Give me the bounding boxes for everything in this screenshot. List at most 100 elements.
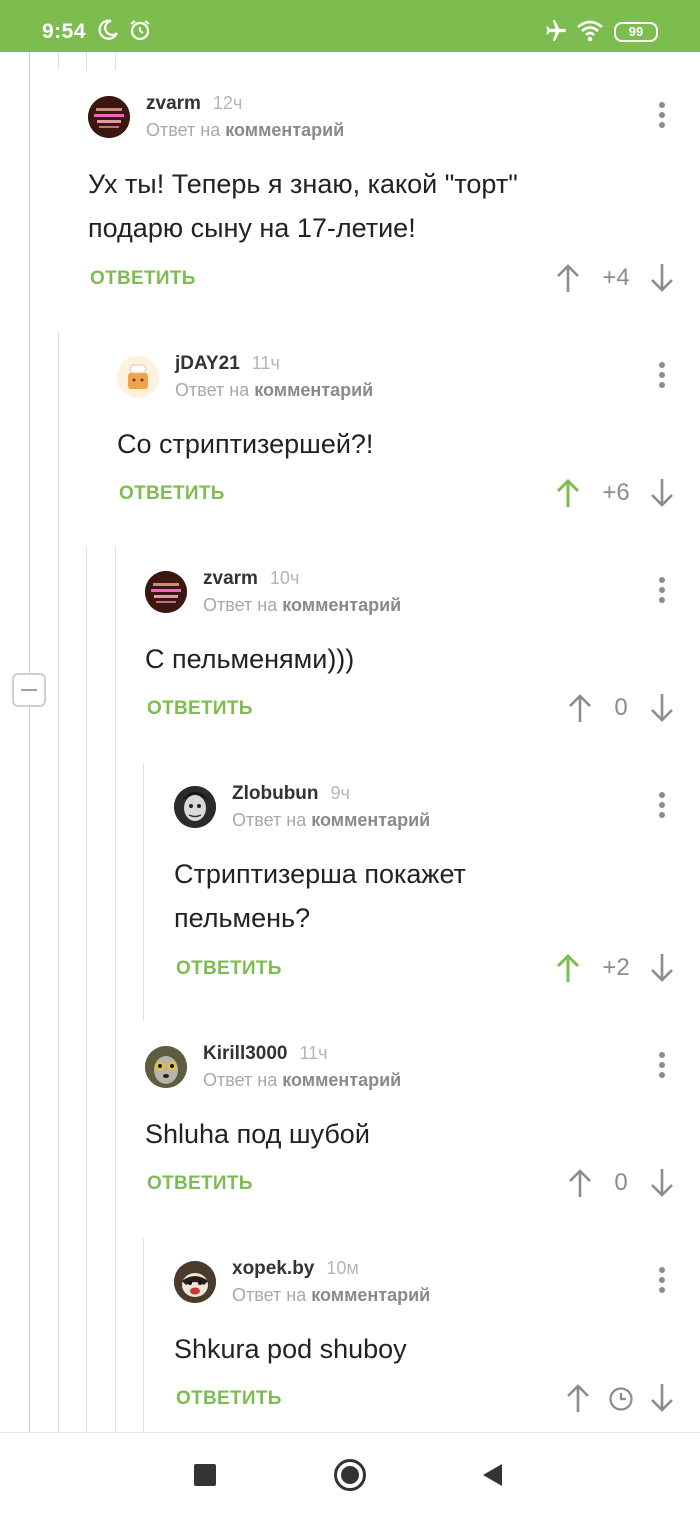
comment-age: 11ч <box>251 353 280 373</box>
avatar[interactable] <box>88 96 130 138</box>
reply-to-line: Ответ на комментарий <box>175 380 373 401</box>
author-name[interactable]: xopek.by <box>232 1258 314 1279</box>
comment-text: Ух ты! Теперь я знаю, какой "торт" подар… <box>88 162 518 250</box>
vote-score: 0 <box>614 694 628 721</box>
author-name[interactable]: jDAY21 <box>175 353 240 374</box>
reply-button[interactable]: ОТВЕТИТЬ <box>90 268 196 290</box>
downvote-icon[interactable] <box>648 262 676 299</box>
thread-line <box>58 52 59 70</box>
thread-line <box>58 332 59 1432</box>
comment-text-line: пельмень? <box>174 903 311 933</box>
upvote-icon[interactable] <box>554 477 582 514</box>
system-nav-bar <box>0 1432 700 1516</box>
reply-to-line: Ответ на комментарий <box>203 1070 401 1091</box>
home-icon[interactable] <box>333 1458 367 1497</box>
more-options-icon[interactable] <box>650 360 674 390</box>
downvote-icon[interactable] <box>648 477 676 514</box>
thread-line <box>86 547 87 1432</box>
comment-author[interactable]: jDAY21 11ч <box>175 353 280 375</box>
comment-age: 12ч <box>212 93 243 113</box>
avatar[interactable] <box>145 1046 187 1088</box>
comment: zvarm 10ч Ответ на комментарий С пельменя… <box>145 568 678 741</box>
clock-icon <box>608 1386 634 1417</box>
reply-prefix: Ответ на <box>146 120 221 140</box>
upvote-icon[interactable] <box>566 1167 594 1204</box>
thread-line <box>29 52 30 1432</box>
author-name[interactable]: zvarm <box>203 568 258 589</box>
downvote-icon[interactable] <box>648 952 676 989</box>
reply-to-line: Ответ на комментарий <box>146 120 344 141</box>
recent-apps-icon[interactable] <box>194 1464 216 1491</box>
more-options-icon[interactable] <box>650 575 674 605</box>
comment-author[interactable]: zvarm 10ч <box>203 568 299 590</box>
comment-text: С пельменями))) <box>145 637 354 681</box>
comment-author[interactable]: Kirill3000 11ч <box>203 1043 328 1065</box>
reply-button[interactable]: ОТВЕТИТЬ <box>119 483 225 505</box>
comment: jDAY21 11ч Ответ на комментарий Со стрипт… <box>117 353 678 526</box>
more-options-icon[interactable] <box>650 1050 674 1080</box>
comment-author[interactable]: zvarm 12ч <box>146 93 242 115</box>
reply-to-line: Ответ на комментарий <box>203 595 401 616</box>
avatar[interactable] <box>174 1261 216 1303</box>
upvote-icon[interactable] <box>564 1382 592 1419</box>
avatar[interactable] <box>174 786 216 828</box>
reply-to-line: Ответ на комментарий <box>232 810 430 831</box>
reply-target-link[interactable]: комментарий <box>311 1285 430 1305</box>
wifi-icon <box>576 18 604 49</box>
status-time: 9:54 <box>42 20 87 43</box>
airplane-icon <box>542 18 568 49</box>
status-bar: 9:54 99 <box>0 0 700 52</box>
more-options-icon[interactable] <box>650 100 674 130</box>
collapse-thread-button[interactable] <box>12 673 46 707</box>
comment-age: 9ч <box>330 783 350 803</box>
downvote-icon[interactable] <box>648 1382 676 1419</box>
more-options-icon[interactable] <box>650 1265 674 1295</box>
more-options-icon[interactable] <box>650 790 674 820</box>
upvote-icon[interactable] <box>566 692 594 729</box>
author-name[interactable]: zvarm <box>146 93 201 114</box>
comment-text: Shluha под шубой <box>145 1112 370 1156</box>
upvote-icon[interactable] <box>554 952 582 989</box>
reply-to-line: Ответ на комментарий <box>232 1285 430 1306</box>
downvote-icon[interactable] <box>648 1167 676 1204</box>
comment-text-line: Стриптизерша покажет <box>174 859 466 889</box>
thread-line <box>115 52 116 70</box>
reply-button[interactable]: ОТВЕТИТЬ <box>176 958 282 980</box>
back-icon[interactable] <box>482 1463 504 1492</box>
avatar[interactable] <box>117 356 159 398</box>
comment-age: 11ч <box>299 1043 328 1063</box>
thread-line <box>143 1238 144 1432</box>
comment-text-line: Со стриптизершей?! <box>117 429 374 459</box>
reply-target-link[interactable]: комментарий <box>282 1070 401 1090</box>
reply-button[interactable]: ОТВЕТИТЬ <box>176 1388 282 1410</box>
comment-text-line: подарю сыну на 17-летие! <box>88 213 416 243</box>
downvote-icon[interactable] <box>648 692 676 729</box>
comment-age: 10м <box>326 1258 359 1278</box>
reply-target-link[interactable]: комментарий <box>311 810 430 830</box>
comment-age: 10ч <box>269 568 300 588</box>
avatar[interactable] <box>145 571 187 613</box>
reply-prefix: Ответ на <box>175 380 250 400</box>
comment: Zlobubun 9ч Ответ на комментарий Стриптиз… <box>174 783 678 996</box>
comment-text: Стриптизерша покажет пельмень? <box>174 852 466 940</box>
alarm-icon <box>128 18 152 47</box>
author-name[interactable]: Zlobubun <box>232 783 319 804</box>
comment-text-line: Shkura pod shuboy <box>174 1334 407 1364</box>
upvote-icon[interactable] <box>554 262 582 299</box>
reply-prefix: Ответ на <box>203 1070 278 1090</box>
reply-target-link[interactable]: комментарий <box>225 120 344 140</box>
comment-author[interactable]: xopek.by 10м <box>232 1258 359 1280</box>
battery-indicator: 99 <box>614 22 658 42</box>
reply-button[interactable]: ОТВЕТИТЬ <box>147 698 253 720</box>
reply-button[interactable]: ОТВЕТИТЬ <box>147 1173 253 1195</box>
vote-score: +2 <box>602 954 630 981</box>
comment-text-line: Shluha под шубой <box>145 1119 370 1149</box>
comment-author[interactable]: Zlobubun 9ч <box>232 783 350 805</box>
reply-target-link[interactable]: комментарий <box>254 380 373 400</box>
moon-icon <box>96 18 120 47</box>
comment-text-line: Ух ты! Теперь я знаю, какой "торт" <box>88 169 518 199</box>
reply-target-link[interactable]: комментарий <box>282 595 401 615</box>
vote-score: +6 <box>602 479 630 506</box>
author-name[interactable]: Kirill3000 <box>203 1043 288 1064</box>
thread-line <box>143 763 144 1021</box>
